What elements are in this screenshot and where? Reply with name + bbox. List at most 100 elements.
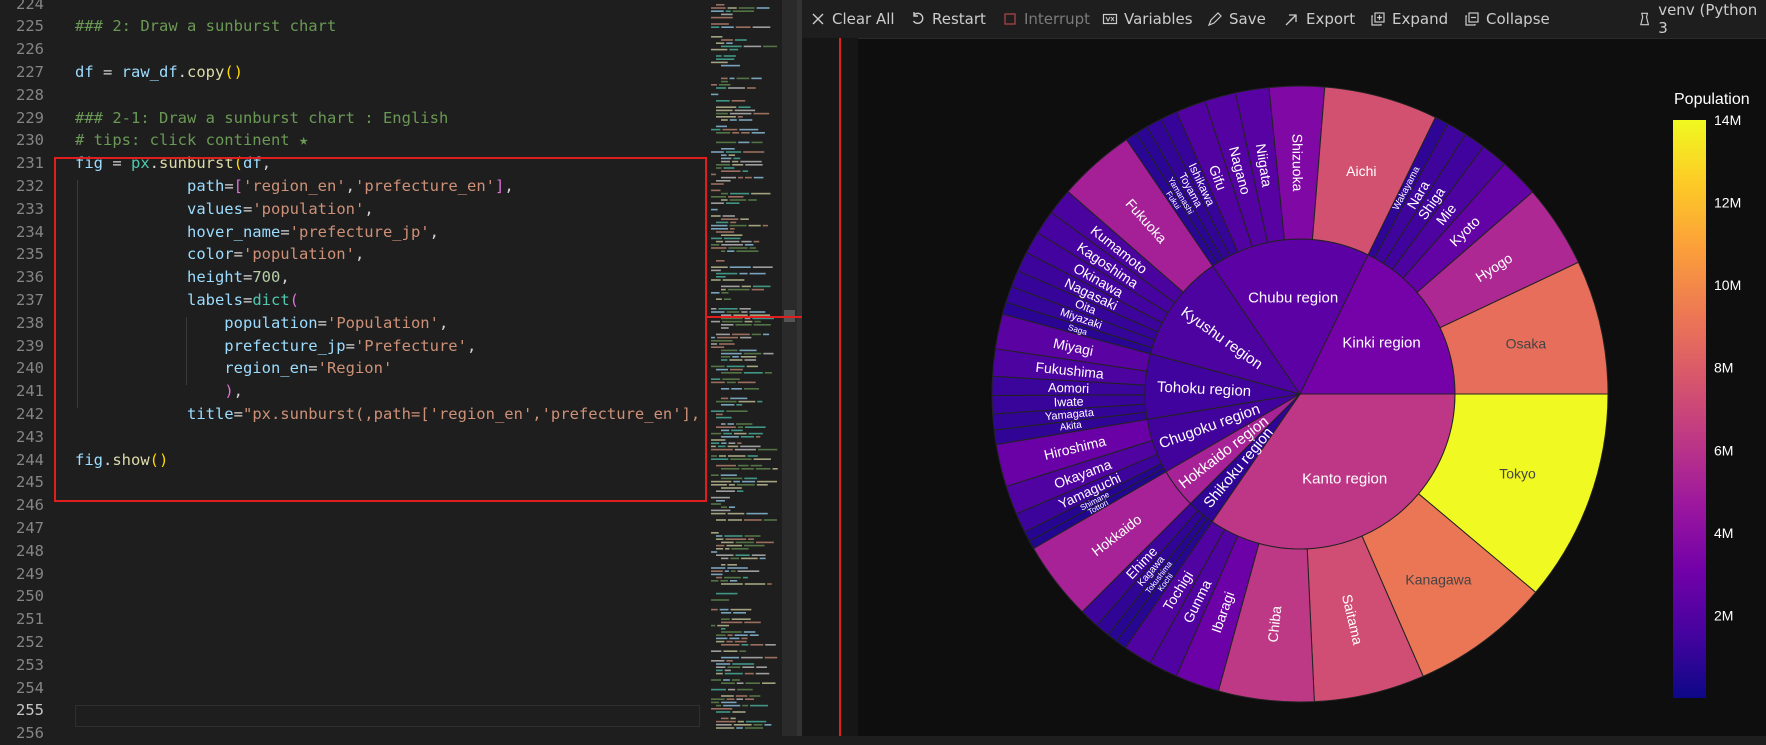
minimap-stroke xyxy=(736,404,743,406)
expand-button[interactable]: Expand xyxy=(1370,9,1448,29)
variables-button[interactable]: Variables xyxy=(1102,9,1193,29)
minimap-stroke xyxy=(716,538,724,540)
minimap-stroke xyxy=(711,183,724,185)
minimap-stroke xyxy=(729,199,747,201)
minimap-stroke xyxy=(745,176,752,179)
minimap-stroke xyxy=(727,7,737,9)
minimap[interactable] xyxy=(708,0,780,736)
interrupt-button[interactable]: Interrupt xyxy=(1002,9,1090,29)
minimap-stroke xyxy=(711,26,720,28)
code-line[interactable]: 224 xyxy=(0,0,708,15)
minimap-stroke xyxy=(744,359,757,361)
minimap-stroke xyxy=(716,519,726,521)
minimap-stroke xyxy=(744,583,766,585)
line-number: 256 xyxy=(16,724,44,743)
minimap-stroke xyxy=(727,250,735,252)
minimap-stroke xyxy=(727,666,741,668)
minimap-stroke xyxy=(732,356,739,358)
line-number: 237 xyxy=(16,290,44,309)
minimap-stroke xyxy=(711,551,718,553)
collapse-button[interactable]: Collapse xyxy=(1464,9,1550,29)
minimap-stroke xyxy=(734,634,748,636)
minimap-stroke xyxy=(716,42,725,44)
clear-all-button[interactable]: Clear All xyxy=(810,9,895,29)
minimap-stroke xyxy=(735,541,754,544)
minimap-stroke xyxy=(711,266,728,268)
code-editor[interactable]: 224 225 ### 2: Draw a sunburst chart 226 227… xyxy=(0,0,708,742)
minimap-stroke xyxy=(734,109,756,112)
minimap-stroke xyxy=(721,621,743,624)
minimap-stroke xyxy=(732,10,755,12)
highlight-box xyxy=(54,157,707,502)
code-line[interactable]: 254 xyxy=(0,677,708,700)
minimap-stroke xyxy=(748,432,763,435)
minimap-stroke xyxy=(748,538,754,540)
minimap-stroke xyxy=(716,666,726,668)
minimap-stroke xyxy=(741,240,752,243)
minimap-stroke xyxy=(721,359,728,361)
colorbar-gradient xyxy=(1673,120,1706,698)
minimap-stroke xyxy=(727,567,748,569)
code-line[interactable]: 249 xyxy=(0,563,708,586)
minimap-stroke xyxy=(718,455,726,457)
minimap-stroke xyxy=(730,570,736,572)
minimap-stroke xyxy=(751,132,765,134)
minimap-stroke xyxy=(756,666,767,668)
line-number: 234 xyxy=(16,222,44,241)
line-number: 245 xyxy=(16,473,44,492)
line-number: 230 xyxy=(16,131,44,150)
sunburst-plot[interactable]: Kanto region TokyoKanagawaSaitamaChibaIba… xyxy=(991,85,1609,703)
minimap-stroke xyxy=(723,704,741,707)
minimap-stroke xyxy=(744,727,764,729)
minimap-stroke xyxy=(716,663,731,665)
minimap-stroke xyxy=(755,541,774,544)
code-line[interactable]: 248 xyxy=(0,540,708,563)
code-line[interactable]: 247 xyxy=(0,517,708,540)
minimap-stroke xyxy=(711,48,728,51)
kernel-picker[interactable]: venv (Python 3 xyxy=(1637,1,1766,37)
minimap-stroke xyxy=(711,532,719,534)
code-line[interactable]: 225 ### 2: Draw a sunburst chart xyxy=(0,15,708,38)
minimap-stroke xyxy=(743,544,765,547)
code-line[interactable]: 228 xyxy=(0,84,708,107)
minimap-stroke xyxy=(711,202,724,204)
save-button[interactable]: Save xyxy=(1207,9,1266,29)
minimap-stroke xyxy=(716,180,731,182)
minimap-stroke xyxy=(728,506,736,508)
code-line[interactable]: 253 xyxy=(0,654,708,677)
minimap-stroke xyxy=(716,720,736,723)
minimap-stroke xyxy=(753,240,760,243)
code-token: df xyxy=(75,62,94,81)
minimap-stroke xyxy=(736,484,755,486)
minimap-stroke xyxy=(721,564,726,566)
code-line[interactable]: 226 xyxy=(0,38,708,61)
minimap-stroke xyxy=(753,324,771,326)
code-line[interactable]: 230 # tips: click continent ★ xyxy=(0,129,708,152)
minimap-stroke xyxy=(719,608,729,611)
minimap-stroke xyxy=(728,87,745,89)
sunburst-chart[interactable]: Kanto region TokyoKanagawaSaitamaChibaIba… xyxy=(802,38,1766,736)
minimap-stroke xyxy=(718,84,731,86)
minimap-stroke xyxy=(721,64,740,67)
minimap-stroke xyxy=(763,45,778,48)
minimap-stroke xyxy=(762,224,768,227)
code-line[interactable]: 250 xyxy=(0,585,708,608)
line-number: 241 xyxy=(16,382,44,401)
minimap-stroke xyxy=(748,199,757,201)
minimap-stroke xyxy=(711,458,729,460)
line-number: 252 xyxy=(16,632,44,651)
code-line[interactable]: 252 xyxy=(0,631,708,654)
line-number: 244 xyxy=(16,450,44,469)
scrollbar[interactable] xyxy=(782,0,797,736)
code-line[interactable]: 227 df = raw_df.copy() xyxy=(0,61,708,84)
minimap-stroke xyxy=(737,116,743,118)
minimap-stroke xyxy=(742,170,749,172)
minimap-stroke xyxy=(711,503,722,505)
minimap-stroke xyxy=(731,333,750,336)
minimap-stroke xyxy=(721,13,733,16)
code-line[interactable]: 251 xyxy=(0,608,708,631)
restart-button[interactable]: Restart xyxy=(910,9,986,29)
code-line[interactable]: 229 ### 2-1: Draw a sunburst chart : Engl… xyxy=(0,107,708,130)
export-button[interactable]: Export xyxy=(1284,9,1355,29)
minimap-stroke xyxy=(723,432,732,435)
